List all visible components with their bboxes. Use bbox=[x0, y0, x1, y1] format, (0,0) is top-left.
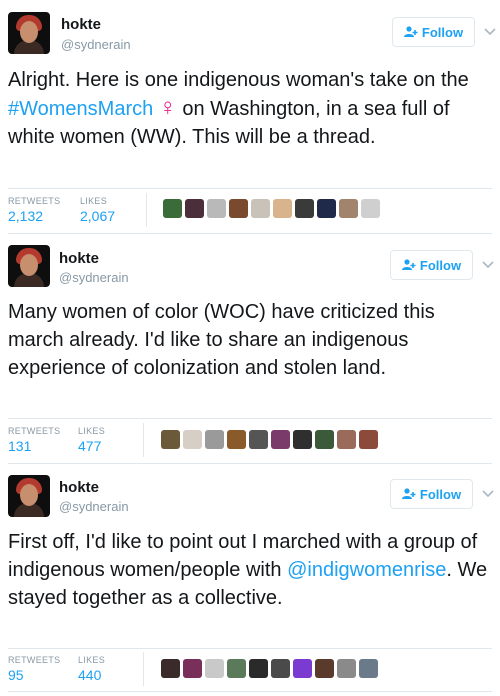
liker-avatar[interactable] bbox=[227, 659, 246, 678]
divider bbox=[8, 233, 492, 234]
avatar[interactable] bbox=[8, 12, 50, 54]
liker-avatar[interactable] bbox=[339, 199, 358, 218]
chevron-down-icon[interactable] bbox=[484, 27, 496, 37]
avatar[interactable] bbox=[8, 475, 50, 517]
liker-avatar[interactable] bbox=[337, 659, 356, 678]
venus-emoji: ♀ bbox=[158, 94, 177, 121]
stat-separator bbox=[143, 423, 144, 457]
follow-label: Follow bbox=[421, 24, 464, 40]
retweets-label: RETWEETS bbox=[8, 426, 61, 436]
liker-avatar[interactable] bbox=[315, 659, 334, 678]
author-handle[interactable]: @sydnerain bbox=[59, 270, 129, 285]
likers-avatars bbox=[161, 659, 378, 678]
retweets-count[interactable]: 131 bbox=[8, 438, 31, 454]
likes-label: LIKES bbox=[78, 426, 106, 436]
liker-avatar[interactable] bbox=[249, 430, 268, 449]
liker-avatar[interactable] bbox=[207, 199, 226, 218]
likers-avatars bbox=[161, 430, 378, 449]
tweet-text: Alright. Here is one indigenous woman's … bbox=[8, 66, 488, 151]
liker-avatar[interactable] bbox=[317, 199, 336, 218]
likes-count[interactable]: 440 bbox=[78, 667, 101, 683]
retweets-count[interactable]: 2,132 bbox=[8, 208, 43, 224]
chevron-down-icon[interactable] bbox=[482, 260, 494, 270]
likes-count[interactable]: 477 bbox=[78, 438, 101, 454]
liker-avatar[interactable] bbox=[205, 659, 224, 678]
follow-button[interactable]: Follow bbox=[390, 479, 473, 509]
liker-avatar[interactable] bbox=[183, 430, 202, 449]
add-user-icon bbox=[401, 488, 416, 499]
follow-button[interactable]: Follow bbox=[390, 250, 473, 280]
liker-avatar[interactable] bbox=[161, 659, 180, 678]
stat-separator bbox=[143, 652, 144, 686]
avatar[interactable] bbox=[8, 245, 50, 287]
follow-label: Follow bbox=[419, 257, 462, 273]
liker-avatar[interactable] bbox=[249, 659, 268, 678]
liker-avatar[interactable] bbox=[359, 430, 378, 449]
add-user-icon bbox=[403, 26, 418, 37]
liker-avatar[interactable] bbox=[337, 430, 356, 449]
liker-avatar[interactable] bbox=[271, 430, 290, 449]
follow-button[interactable]: Follow bbox=[392, 17, 475, 47]
liker-avatar[interactable] bbox=[185, 199, 204, 218]
liker-avatar[interactable] bbox=[273, 199, 292, 218]
author-name[interactable]: hokte bbox=[59, 250, 99, 267]
hashtag-link[interactable]: #WomensMarch bbox=[8, 98, 153, 120]
chevron-down-icon[interactable] bbox=[482, 489, 494, 499]
divider bbox=[8, 648, 492, 649]
likes-label: LIKES bbox=[80, 196, 108, 206]
liker-avatar[interactable] bbox=[293, 659, 312, 678]
liker-avatar[interactable] bbox=[227, 430, 246, 449]
divider bbox=[8, 463, 492, 464]
liker-avatar[interactable] bbox=[251, 199, 270, 218]
author-name[interactable]: hokte bbox=[61, 16, 101, 33]
liker-avatar[interactable] bbox=[315, 430, 334, 449]
liker-avatar[interactable] bbox=[229, 199, 248, 218]
retweets-count[interactable]: 95 bbox=[8, 667, 24, 683]
author-name[interactable]: hokte bbox=[59, 479, 99, 496]
liker-avatar[interactable] bbox=[163, 199, 182, 218]
mention-link[interactable]: @indigwomenrise bbox=[287, 559, 446, 581]
tweet-text: First off, I'd like to point out I march… bbox=[8, 528, 488, 612]
tweet-text: Many women of color (WOC) have criticize… bbox=[8, 301, 435, 379]
add-user-icon bbox=[401, 259, 416, 270]
divider bbox=[8, 188, 492, 189]
liker-avatar[interactable] bbox=[293, 430, 312, 449]
liker-avatar[interactable] bbox=[161, 430, 180, 449]
liker-avatar[interactable] bbox=[271, 659, 290, 678]
likers-avatars bbox=[163, 199, 380, 218]
stat-separator bbox=[146, 193, 147, 227]
author-handle[interactable]: @sydnerain bbox=[59, 499, 129, 514]
author-handle[interactable]: @sydnerain bbox=[61, 37, 131, 52]
liker-avatar[interactable] bbox=[359, 659, 378, 678]
liker-avatar[interactable] bbox=[295, 199, 314, 218]
liker-avatar[interactable] bbox=[183, 659, 202, 678]
retweets-label: RETWEETS bbox=[8, 655, 61, 665]
follow-label: Follow bbox=[419, 486, 462, 502]
retweets-label: RETWEETS bbox=[8, 196, 61, 206]
likes-count[interactable]: 2,067 bbox=[80, 208, 115, 224]
liker-avatar[interactable] bbox=[361, 199, 380, 218]
tweet-text-part: Alright. Here is one indigenous woman's … bbox=[8, 69, 469, 91]
liker-avatar[interactable] bbox=[205, 430, 224, 449]
divider bbox=[8, 418, 492, 419]
divider bbox=[8, 691, 492, 692]
likes-label: LIKES bbox=[78, 655, 106, 665]
